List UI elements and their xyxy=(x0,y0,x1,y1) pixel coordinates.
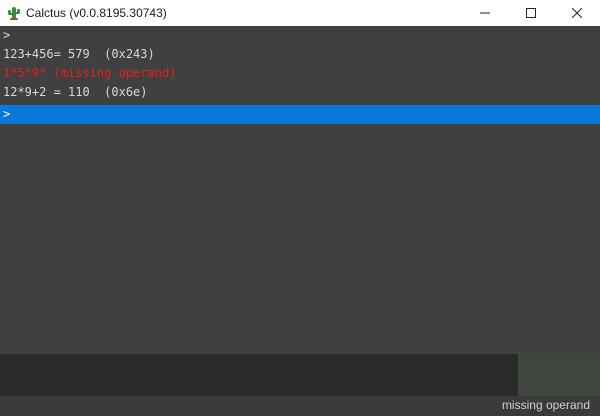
console-result-line[interactable]: 123+456= 579 (0x243) xyxy=(0,45,600,64)
status-bar: missing operand xyxy=(0,396,600,416)
console-result-line[interactable]: 12*9+2 = 110 (0x6e) xyxy=(0,83,600,102)
console-error-line[interactable]: 1*5*9* (missing operand) xyxy=(0,64,600,83)
window-controls xyxy=(462,0,600,26)
app-window: Calctus (v0.0.8195.30743) > 123+456= 579… xyxy=(0,0,600,416)
input-panel[interactable] xyxy=(0,354,600,396)
maximize-icon xyxy=(526,8,536,18)
maximize-button[interactable] xyxy=(508,0,554,26)
console-area[interactable]: > 123+456= 579 (0x243) 1*5*9* (missing o… xyxy=(0,26,600,354)
console-prompt-line[interactable]: > xyxy=(0,26,600,45)
title-bar[interactable]: Calctus (v0.0.8195.30743) xyxy=(0,0,600,26)
minimize-icon xyxy=(480,12,490,14)
cactus-icon xyxy=(2,0,26,26)
close-icon xyxy=(572,8,582,18)
input-area[interactable] xyxy=(0,354,518,396)
window-title: Calctus (v0.0.8195.30743) xyxy=(26,6,167,20)
status-message: missing operand xyxy=(501,398,590,412)
minimize-button[interactable] xyxy=(462,0,508,26)
close-button[interactable] xyxy=(554,0,600,26)
console-active-input-line[interactable]: > xyxy=(0,105,600,124)
side-panel xyxy=(518,354,600,396)
